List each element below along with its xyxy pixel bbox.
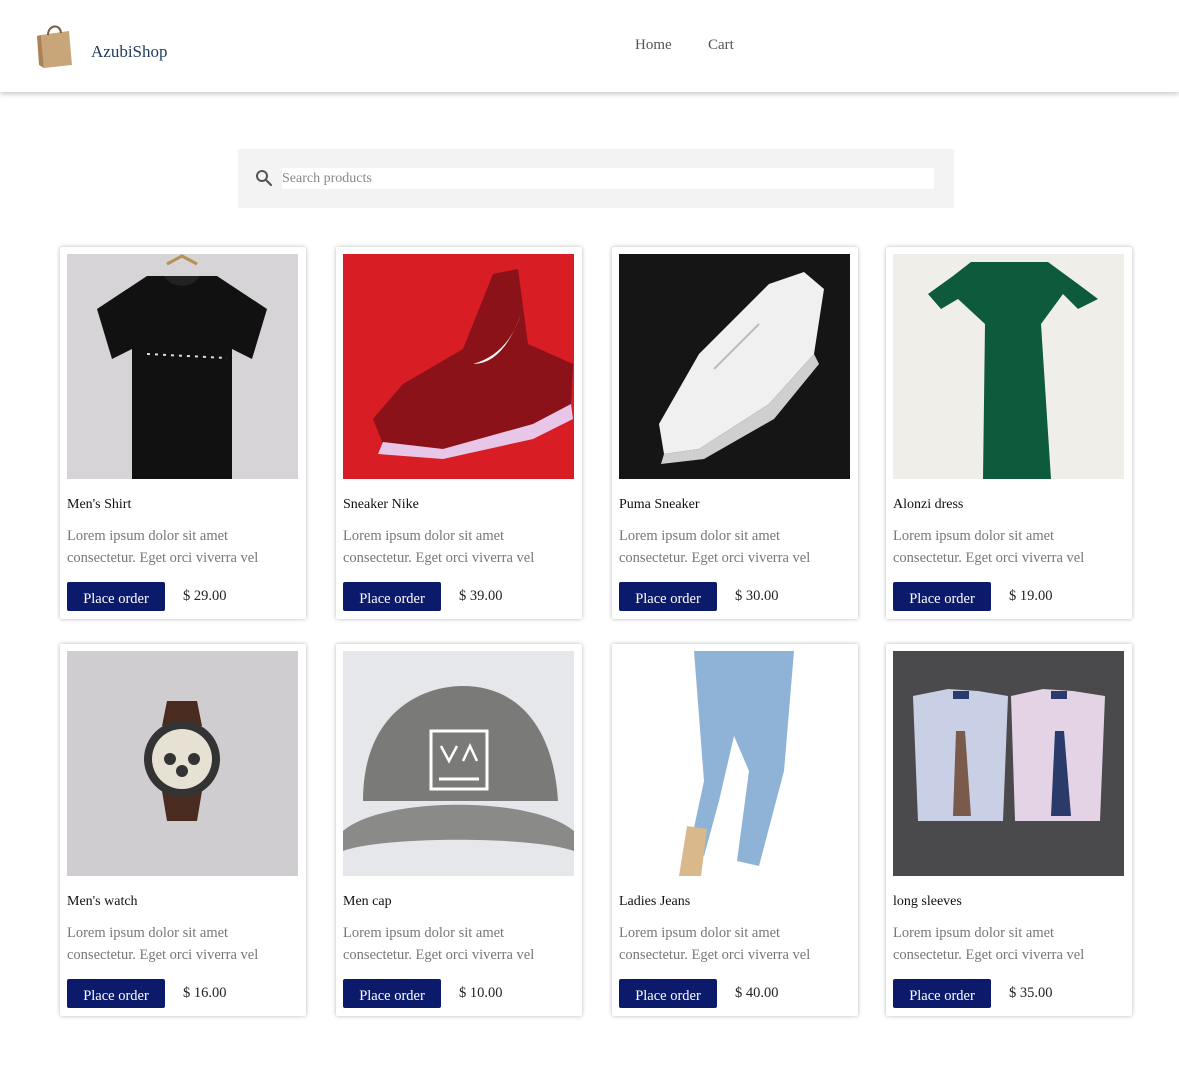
product-title[interactable]: long sleeves — [893, 894, 962, 910]
product-description: Lorem ipsum dolor sit amet consectetur. … — [893, 528, 1085, 566]
product-description: Lorem ipsum dolor sit amet consectetur. … — [67, 528, 259, 566]
product-card: Puma Sneaker Lorem ipsum dolor sit amet … — [612, 247, 858, 619]
product-price: $ 30.00 — [735, 588, 779, 604]
place-order-button[interactable]: Place order — [67, 582, 165, 611]
product-description: Lorem ipsum dolor sit amet consectetur. … — [67, 925, 259, 963]
product-card: Men's watch Lorem ipsum dolor sit amet c… — [60, 644, 306, 1016]
search-bar — [238, 149, 954, 208]
product-price: $ 29.00 — [183, 588, 227, 604]
search-input[interactable] — [282, 168, 934, 189]
shopping-bag-logo-icon — [37, 25, 72, 68]
product-description: Lorem ipsum dolor sit amet consectetur. … — [619, 925, 811, 963]
blue-jeans-image[interactable] — [619, 651, 850, 876]
product-title[interactable]: Men's Shirt — [67, 497, 131, 513]
product-price: $ 16.00 — [183, 985, 227, 1001]
place-order-button[interactable]: Place order — [893, 582, 991, 611]
wrist-watch-image[interactable] — [67, 651, 298, 876]
search-icon — [256, 170, 273, 187]
product-price: $ 35.00 — [1009, 985, 1053, 1001]
product-price: $ 40.00 — [735, 985, 779, 1001]
brand-name[interactable]: AzubiShop — [91, 42, 168, 62]
white-puma-sneaker-image[interactable] — [619, 254, 850, 479]
place-order-button[interactable]: Place order — [893, 979, 991, 1008]
place-order-button[interactable]: Place order — [343, 582, 441, 611]
black-tshirt-image[interactable] — [67, 254, 298, 479]
nav-cart-link[interactable]: Cart — [708, 37, 734, 54]
red-nike-sneaker-image[interactable] — [343, 254, 574, 479]
product-description: Lorem ipsum dolor sit amet consectetur. … — [343, 925, 535, 963]
product-title[interactable]: Alonzi dress — [893, 497, 963, 513]
green-dress-image[interactable] — [893, 254, 1124, 479]
product-title[interactable]: Men's watch — [67, 894, 138, 910]
product-price: $ 10.00 — [459, 985, 503, 1001]
product-card: Men's Shirt Lorem ipsum dolor sit amet c… — [60, 247, 306, 619]
product-price: $ 19.00 — [1009, 588, 1053, 604]
product-card: Sneaker Nike Lorem ipsum dolor sit amet … — [336, 247, 582, 619]
product-title[interactable]: Sneaker Nike — [343, 497, 419, 513]
nav-home-link[interactable]: Home — [635, 37, 672, 54]
product-title[interactable]: Men cap — [343, 894, 392, 910]
place-order-button[interactable]: Place order — [67, 979, 165, 1008]
dress-shirts-image[interactable] — [893, 651, 1124, 876]
product-card: long sleeves Lorem ipsum dolor sit amet … — [886, 644, 1132, 1016]
product-price: $ 39.00 — [459, 588, 503, 604]
grey-cap-image[interactable] — [343, 651, 574, 876]
place-order-button[interactable]: Place order — [619, 979, 717, 1008]
product-description: Lorem ipsum dolor sit amet consectetur. … — [893, 925, 1085, 963]
place-order-button[interactable]: Place order — [343, 979, 441, 1008]
top-navbar: AzubiShop Home Cart — [0, 0, 1179, 92]
place-order-button[interactable]: Place order — [619, 582, 717, 611]
product-card: Ladies Jeans Lorem ipsum dolor sit amet … — [612, 644, 858, 1016]
product-description: Lorem ipsum dolor sit amet consectetur. … — [343, 528, 535, 566]
product-title[interactable]: Puma Sneaker — [619, 497, 699, 513]
product-title[interactable]: Ladies Jeans — [619, 894, 690, 910]
product-card: Alonzi dress Lorem ipsum dolor sit amet … — [886, 247, 1132, 619]
product-card: Men cap Lorem ipsum dolor sit amet conse… — [336, 644, 582, 1016]
product-description: Lorem ipsum dolor sit amet consectetur. … — [619, 528, 811, 566]
